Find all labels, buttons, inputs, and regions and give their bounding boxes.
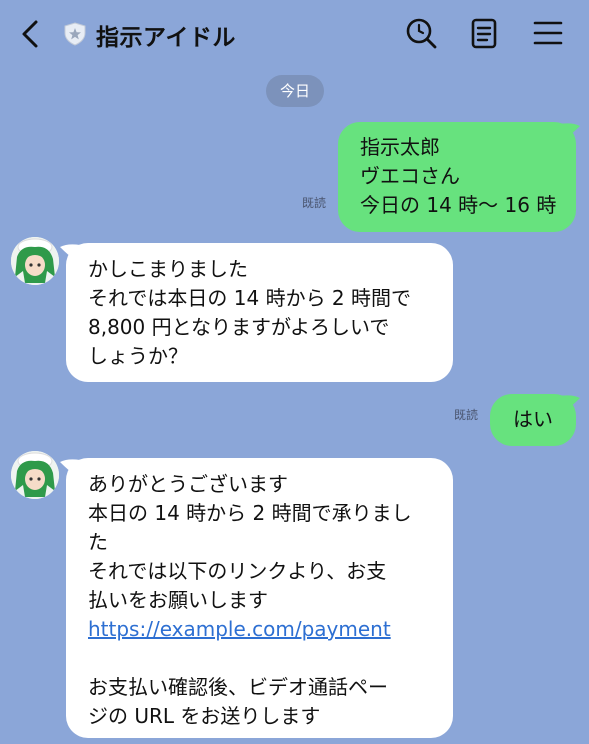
message-line: お支払い確認後、ビデオ通話ペー [88, 675, 388, 699]
message-bubble-incoming[interactable]: ありがとうございます 本日の 14 時から 2 時間で承りまし た それでは以下… [66, 458, 453, 738]
shield-icon [64, 22, 86, 46]
message-line: ジの URL をお送りします [88, 704, 321, 728]
message-line: ヴエコさん [360, 164, 460, 188]
message-line: ありがとうございます [88, 472, 288, 496]
chat-title: 指示アイドル [96, 25, 236, 51]
message-line: しょうか？ [88, 344, 188, 368]
menu-icon[interactable] [531, 16, 565, 50]
message-line: かしこまりました [88, 257, 248, 281]
read-receipt: 既読 [302, 196, 327, 210]
message-line: 払いをお願いします [88, 588, 268, 612]
chat-header: 指示アイドル [0, 0, 589, 70]
idol-avatar-image [11, 451, 59, 499]
message-bubble-incoming[interactable]: かしこまりました それでは本日の 14 時から 2 時間で 8,800 円となり… [66, 243, 453, 382]
message-bubble-outgoing[interactable]: はい [490, 394, 576, 446]
message-line: 指示太郎 [360, 135, 440, 159]
notes-icon[interactable] [467, 16, 501, 50]
payment-link[interactable]: https://example.com/payment [88, 617, 391, 641]
read-receipt: 既読 [454, 408, 479, 422]
message-line: 今日の 14 時〜 16 時 [360, 193, 557, 217]
search-icon[interactable] [404, 16, 438, 50]
message-line: 8,800 円となりますがよろしいで [88, 315, 390, 339]
avatar[interactable] [11, 451, 59, 499]
message-line: た [88, 530, 108, 554]
chevron-left-icon[interactable] [14, 18, 46, 50]
message-line: はい [513, 407, 553, 431]
message-line: 本日の 14 時から 2 時間で承りまし [88, 501, 412, 525]
message-line: それでは本日の 14 時から 2 時間で [88, 286, 412, 310]
avatar[interactable] [11, 237, 59, 285]
idol-avatar-image [11, 237, 59, 285]
message-line: それでは以下のリンクより、お支 [88, 559, 387, 583]
date-separator: 今日 [266, 75, 324, 107]
message-bubble-outgoing[interactable]: 指示太郎 ヴエコさん 今日の 14 時〜 16 時 [338, 122, 576, 232]
